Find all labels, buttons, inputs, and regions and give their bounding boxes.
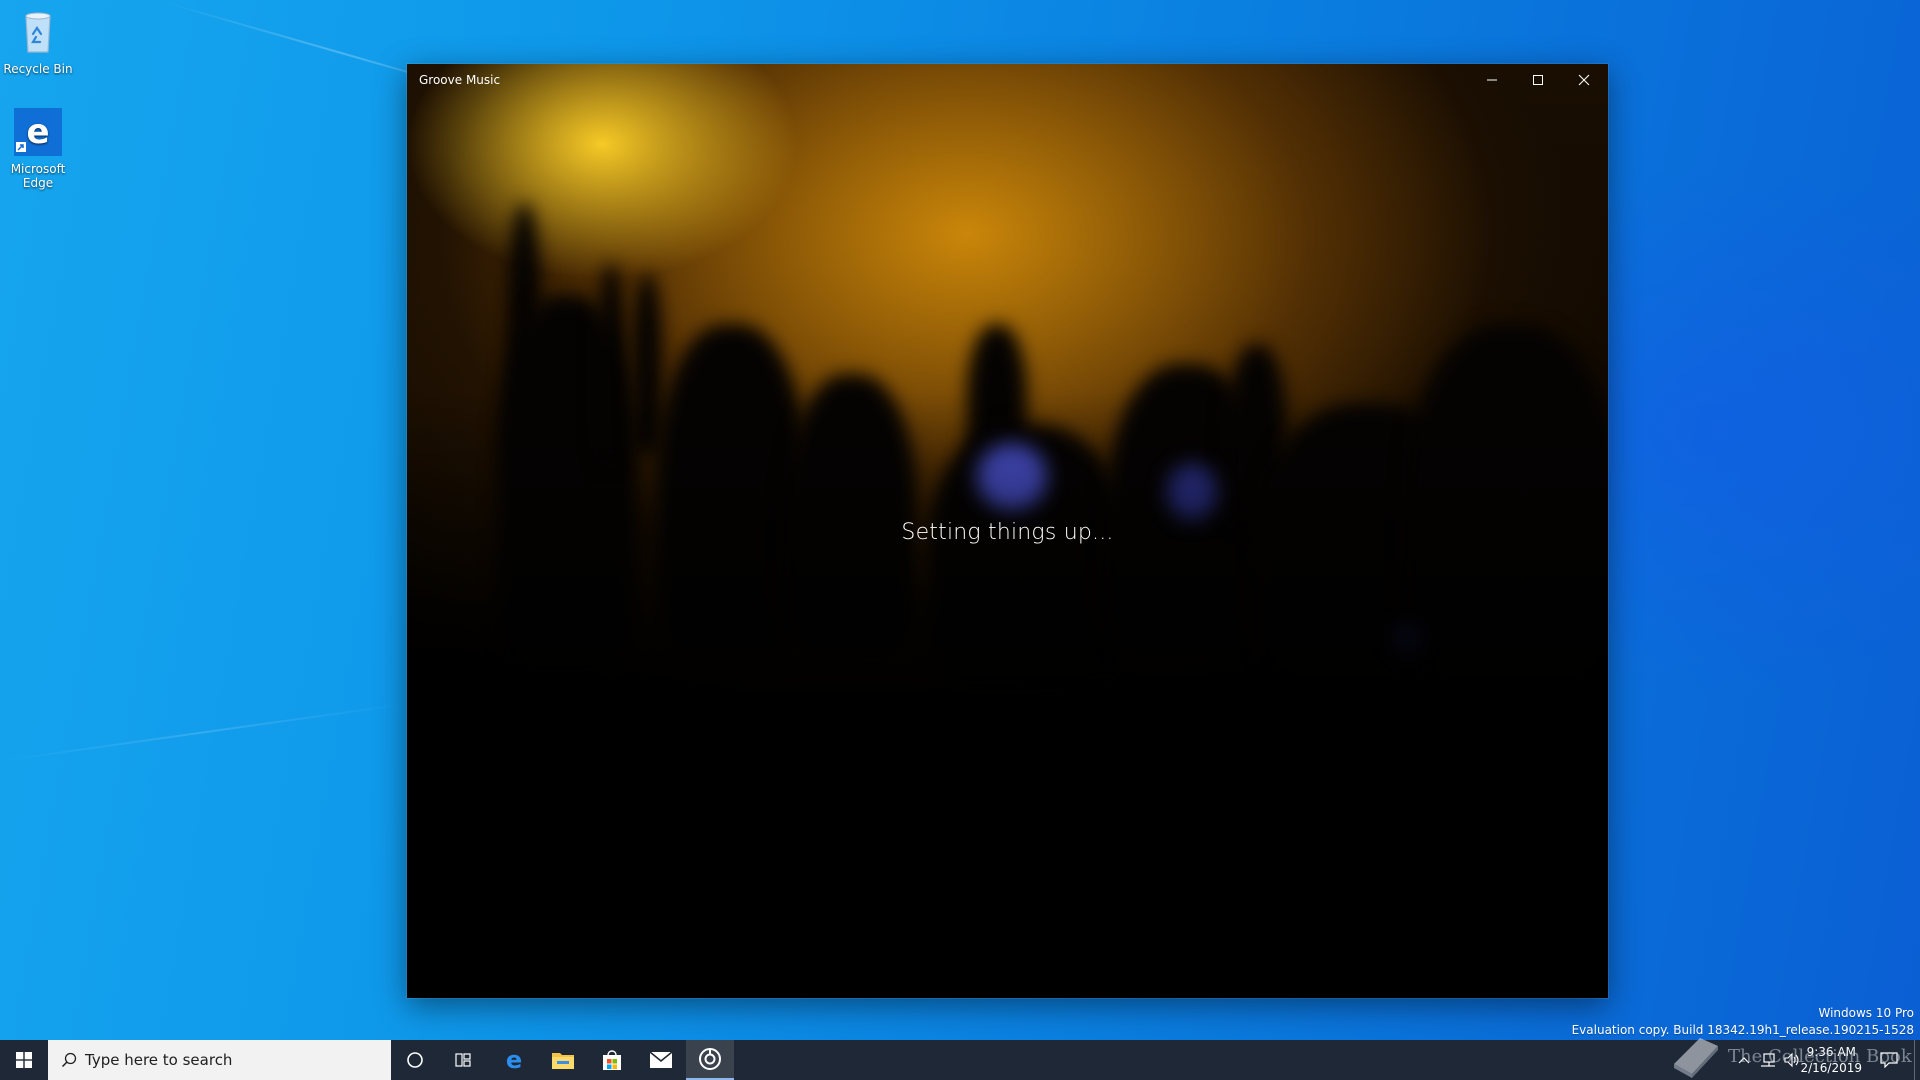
task-view-icon bbox=[455, 1053, 471, 1067]
svg-text:e: e bbox=[506, 1048, 522, 1072]
taskbar-groove-music-button[interactable] bbox=[686, 1040, 734, 1080]
close-button[interactable] bbox=[1561, 64, 1607, 96]
svg-text:e: e bbox=[26, 112, 49, 152]
groove-music-icon bbox=[699, 1048, 721, 1070]
cortana-button[interactable] bbox=[391, 1040, 439, 1080]
taskbar-store-button[interactable] bbox=[588, 1040, 636, 1080]
search-placeholder: Type here to search bbox=[85, 1051, 233, 1069]
taskbar-edge-button[interactable]: e bbox=[490, 1040, 538, 1080]
file-explorer-icon bbox=[552, 1053, 574, 1069]
desktop-icon-label: Recycle Bin bbox=[3, 62, 73, 76]
minimize-button[interactable] bbox=[1469, 64, 1515, 96]
taskbar-file-explorer-button[interactable] bbox=[539, 1040, 587, 1080]
recycle-bin-icon bbox=[25, 12, 51, 53]
setup-status-text: Setting things up... bbox=[901, 520, 1114, 545]
windows-logo-icon bbox=[16, 1052, 32, 1068]
desktop: Recycle Bin e Microsoft Edge Groove Musi… bbox=[0, 0, 1920, 1040]
taskbar: Type here to search e 9:36 AM 2/16/2019 bbox=[0, 1040, 1920, 1080]
edge-icon: e bbox=[14, 108, 62, 156]
groove-music-window: Groove Music Setting things up... bbox=[407, 64, 1608, 998]
maximize-button[interactable] bbox=[1515, 64, 1561, 96]
window-title: Groove Music bbox=[419, 73, 501, 87]
edge-icon: e bbox=[506, 1048, 522, 1072]
show-desktop-button[interactable] bbox=[1914, 1040, 1920, 1080]
taskbar-search-box[interactable]: Type here to search bbox=[48, 1040, 391, 1080]
desktop-icon-microsoft-edge[interactable]: e Microsoft Edge bbox=[0, 106, 76, 190]
task-view-button[interactable] bbox=[439, 1040, 487, 1080]
title-bar[interactable]: Groove Music bbox=[407, 64, 1608, 96]
search-icon bbox=[61, 1052, 77, 1068]
minimize-icon bbox=[1487, 79, 1497, 81]
cortana-icon bbox=[407, 1052, 423, 1068]
maximize-icon bbox=[1533, 75, 1543, 85]
book-watermark-text: The Collection Book bbox=[1728, 1045, 1912, 1067]
watermark-edition: Windows 10 Pro bbox=[1818, 1006, 1914, 1020]
book-logo-icon bbox=[1674, 1038, 1718, 1078]
start-button[interactable] bbox=[0, 1040, 48, 1080]
store-icon bbox=[603, 1050, 621, 1070]
desktop-icon-label: Microsoft Edge bbox=[10, 162, 66, 190]
desktop-icon-recycle-bin[interactable]: Recycle Bin bbox=[0, 6, 76, 76]
close-icon bbox=[1578, 74, 1590, 86]
book-watermark: The Collection Book bbox=[1670, 1034, 1912, 1078]
taskbar-mail-button[interactable] bbox=[637, 1040, 685, 1080]
mail-icon bbox=[649, 1051, 673, 1068]
